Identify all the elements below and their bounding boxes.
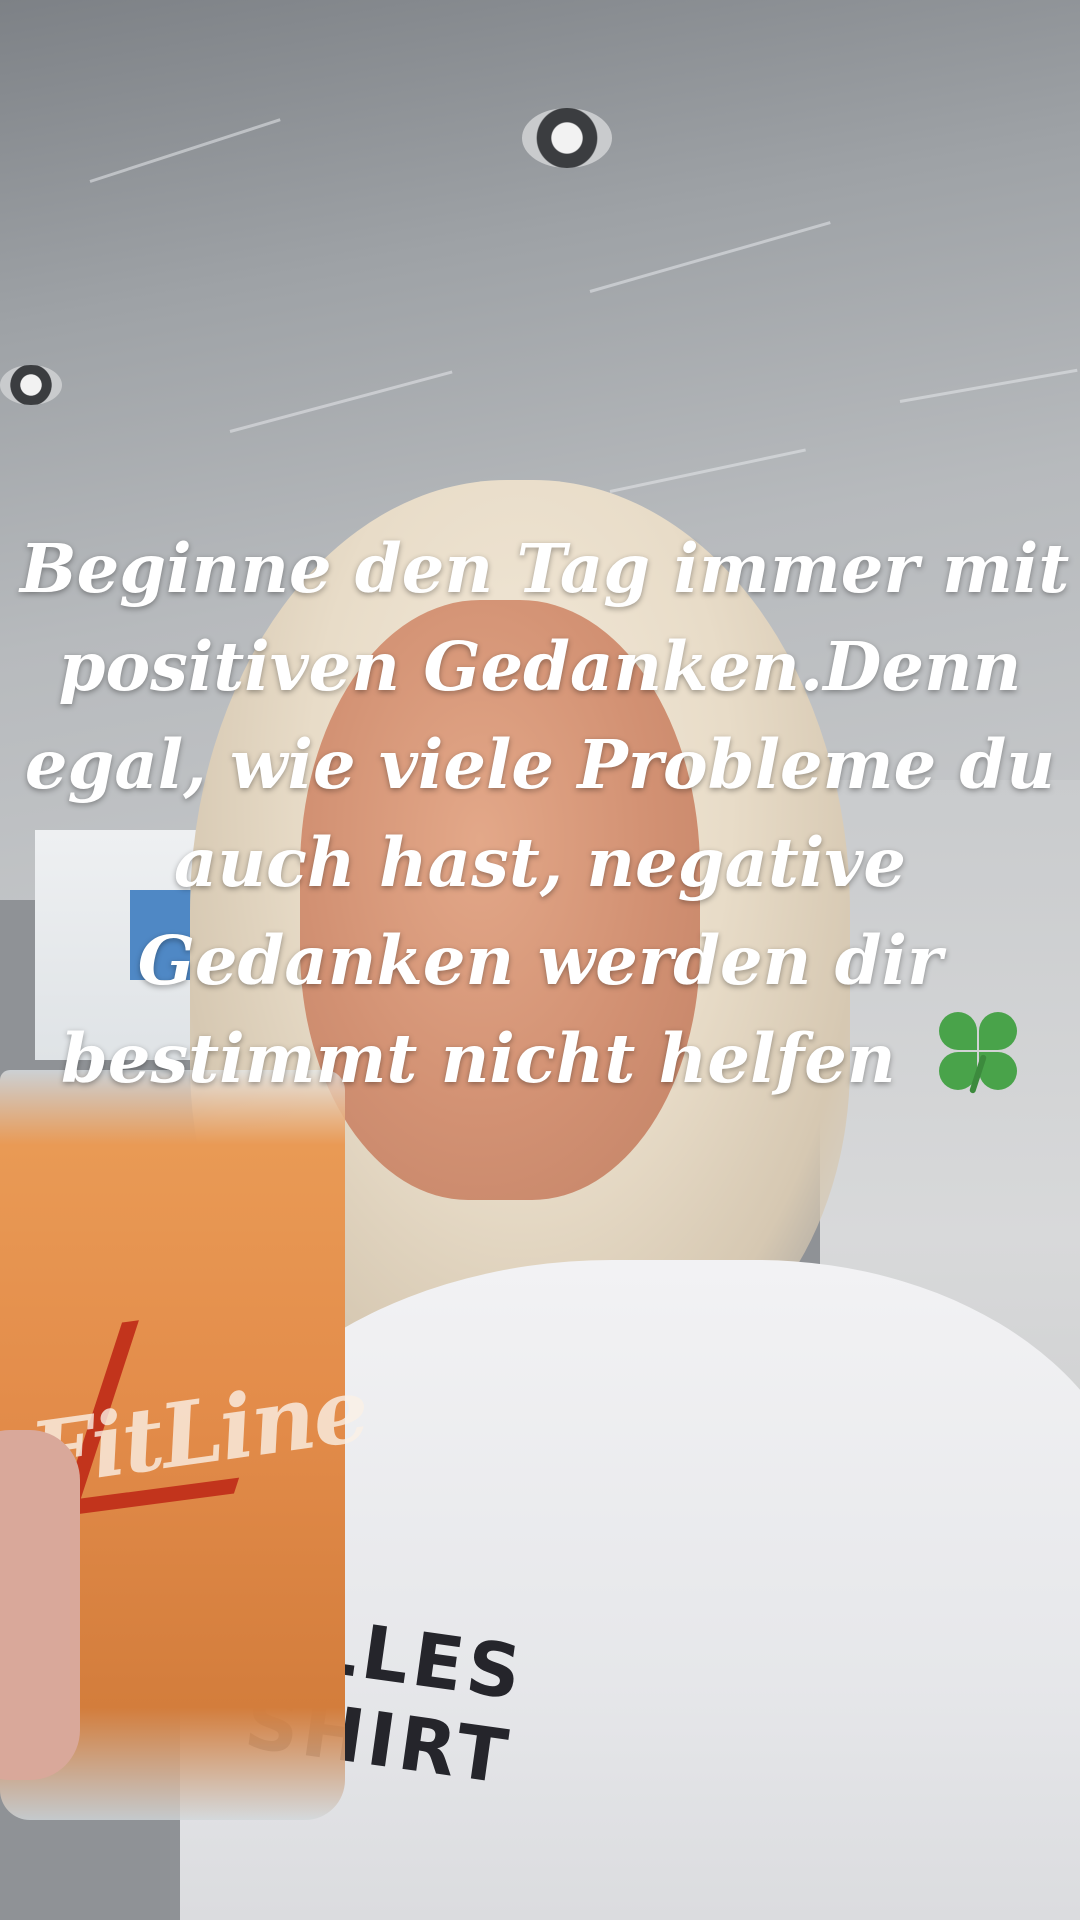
caption-line: egal, wie viele Probleme du [24, 725, 1056, 804]
hand [0, 1430, 80, 1780]
story-caption: Beginne den Tag immer mit positiven Geda… [20, 520, 1070, 1108]
caption-line: Beginne den Tag immer mit [20, 529, 1070, 608]
ceiling-panel-line [899, 368, 1078, 403]
ceiling-panel-line [229, 370, 453, 433]
ceiling-panel-line [609, 448, 806, 493]
caption-line: Gedanken werden dir [137, 921, 943, 1000]
caption-line: bestimmt nicht helfen [61, 1019, 896, 1098]
caption-last-line: bestimmt nicht helfen [20, 1010, 1060, 1108]
ceiling-spotlight [0, 365, 62, 405]
ceiling-panel-line [589, 221, 831, 293]
caption-line: positiven Gedanken.Denn [58, 627, 1022, 706]
caption-line: auch hast, negative [174, 823, 906, 902]
four-leaf-clover-icon [937, 1010, 1019, 1094]
ceiling-spotlight [522, 108, 612, 168]
ceiling-panel-line [89, 118, 281, 183]
